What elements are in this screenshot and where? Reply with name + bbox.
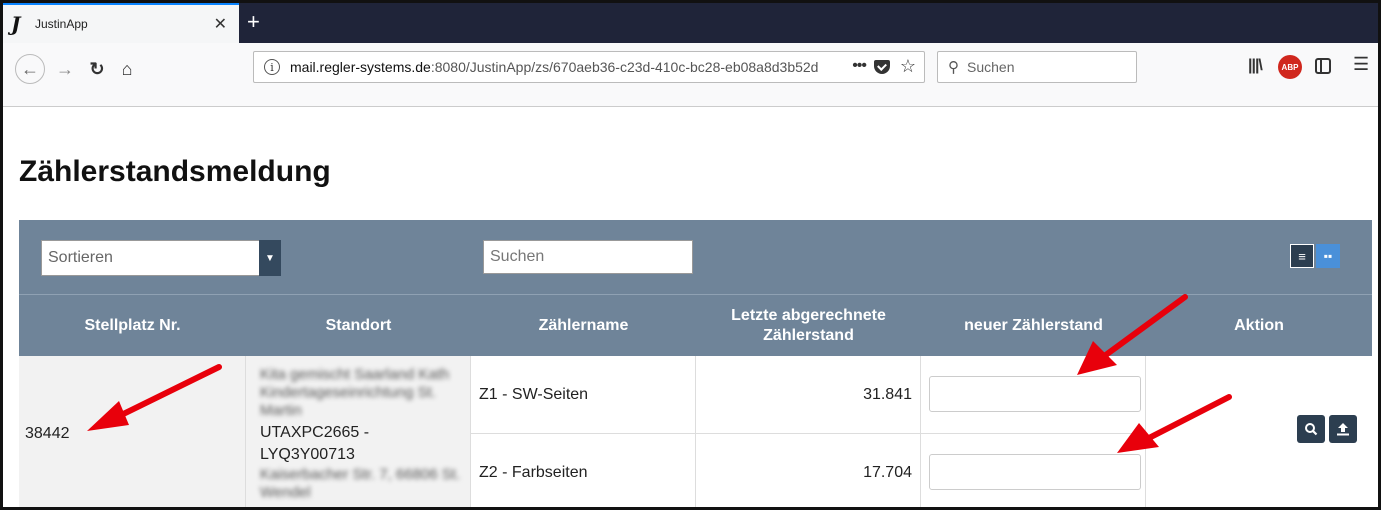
bookmark-star-icon[interactable]: ☆ — [900, 56, 916, 77]
back-icon[interactable]: ← — [15, 54, 45, 84]
navigation-bar: ← → ↻ ⌂ i mail.regler-systems.de:8080/Ju… — [3, 43, 1378, 107]
sidebar-icon[interactable] — [1315, 58, 1331, 74]
url-text: mail.regler-systems.de:8080/JustinApp/zs… — [290, 59, 818, 75]
library-icon[interactable]: |||\ — [1248, 57, 1263, 75]
upload-button[interactable] — [1329, 415, 1357, 443]
standort-serial: UTAXPC2665 - LYQ3Y00713 — [260, 424, 370, 463]
annotation-arrow — [87, 364, 222, 431]
sort-select[interactable]: Sortieren ▼ — [41, 240, 281, 276]
meter-name-cell: Z2 - Farbseiten — [471, 434, 696, 507]
url-bar[interactable]: i mail.regler-systems.de:8080/JustinApp/… — [253, 51, 925, 83]
search-record-button[interactable] — [1297, 415, 1325, 443]
browser-window: J JustinApp ✕ + ← → ↻ ⌂ i mail.regler-sy… — [0, 0, 1381, 510]
forward-icon[interactable]: → — [51, 55, 79, 83]
header-zaehlername: Zählername — [538, 317, 629, 334]
home-icon[interactable]: ⌂ — [113, 55, 141, 83]
upload-icon — [1337, 423, 1349, 436]
search-icon: ⚲ — [948, 59, 959, 76]
page-title: Zählerstandsmeldung — [19, 155, 331, 188]
annotation-arrow — [1077, 294, 1188, 375]
standort-address-blurred: Kita gemischt Saarland Kath Kindertagese… — [260, 366, 450, 419]
reload-icon[interactable]: ↻ — [83, 55, 111, 83]
hamburger-menu-icon[interactable]: ☰ — [1353, 54, 1369, 75]
header-standort: Standort — [325, 317, 392, 334]
justinapp-logo-icon: J — [11, 12, 21, 36]
sort-label: Sortieren — [48, 249, 113, 266]
header-letzter-zaehlerstand: Letzte abgerechnete Zählerstand — [731, 307, 886, 344]
meter-name: Z2 - Farbseiten — [479, 464, 588, 481]
standort-cell: Kita gemischt Saarland Kath Kindertagese… — [246, 356, 471, 507]
info-icon[interactable]: i — [264, 59, 280, 75]
meter-value-cell: 17.704 — [696, 434, 921, 507]
search-input[interactable] — [483, 240, 693, 274]
meter-value-cell: 31.841 — [696, 356, 921, 434]
list-view-icon[interactable]: ≡ — [1290, 244, 1314, 268]
chevron-down-icon[interactable]: ▼ — [259, 240, 281, 276]
pocket-icon[interactable] — [874, 60, 890, 74]
magnifier-icon — [1305, 423, 1318, 436]
tab-title: JustinApp — [35, 17, 88, 31]
meter-name: Z1 - SW-Seiten — [479, 385, 589, 403]
annotation-arrow — [1117, 394, 1232, 453]
last-meter-value: 31.841 — [863, 385, 912, 403]
adblock-icon[interactable]: ABP — [1278, 55, 1302, 79]
standort-street-blurred: Kaiserbacher Str. 7, 66806 St. Wendel — [260, 466, 461, 501]
last-meter-value: 17.704 — [863, 464, 912, 481]
browser-tab[interactable]: J JustinApp ✕ — [3, 3, 239, 43]
header-stellplatz: Stellplatz Nr. — [84, 317, 181, 334]
url-path: :8080/JustinApp/zs/670aeb36-c23d-410c-bc… — [430, 59, 819, 75]
browser-search-placeholder: Suchen — [967, 59, 1015, 75]
url-host: mail.regler-systems.de — [290, 59, 431, 75]
close-icon[interactable]: ✕ — [214, 14, 227, 34]
browser-search-input[interactable]: ⚲ Suchen — [937, 51, 1137, 83]
page-actions-icon[interactable]: ••• — [852, 57, 867, 75]
new-tab-icon[interactable]: + — [247, 9, 260, 35]
grid-view-icon[interactable]: ▪▪ — [1316, 244, 1340, 268]
meter-name-cell: Z1 - SW-Seiten — [471, 356, 696, 434]
tab-bar: J JustinApp ✕ + — [3, 3, 1378, 43]
list-toolbar: Sortieren ▼ ≡ ▪▪ — [19, 220, 1372, 294]
